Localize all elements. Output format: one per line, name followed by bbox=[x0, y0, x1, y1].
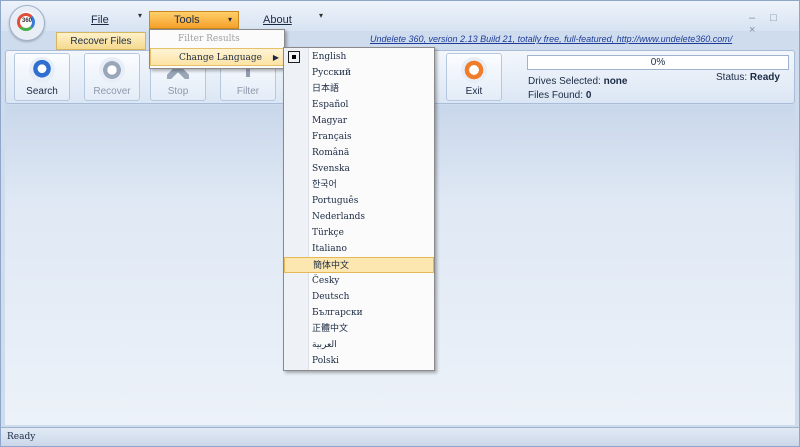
language-label: Español bbox=[312, 100, 349, 110]
language-label: Português bbox=[312, 196, 359, 206]
app-window: File ▾ Tools ▾ About ▾ – □ × 360 Recover… bbox=[0, 0, 800, 447]
language-label: Česky bbox=[312, 276, 340, 286]
exit-label: Exit bbox=[465, 86, 483, 97]
recover-label: Recover bbox=[93, 86, 131, 97]
files-value: 0 bbox=[585, 90, 592, 101]
exit-button[interactable]: Exit bbox=[446, 53, 502, 101]
drives-selected: Drives Selected: none bbox=[528, 76, 627, 87]
language-item[interactable]: Русский bbox=[284, 65, 434, 81]
menu-tools[interactable]: Tools ▾ bbox=[149, 11, 239, 29]
progress-text: 0% bbox=[650, 57, 666, 68]
language-item[interactable]: 正體中文 bbox=[284, 321, 434, 337]
language-item[interactable]: Български bbox=[284, 305, 434, 321]
stop-label: Stop bbox=[167, 86, 189, 97]
language-label: Nederlands bbox=[312, 212, 366, 222]
about-dropdown-icon[interactable]: ▾ bbox=[319, 11, 323, 20]
language-item[interactable]: Česky bbox=[284, 273, 434, 289]
language-label: Svenska bbox=[312, 164, 350, 174]
menu-tools-label: Tools bbox=[174, 14, 200, 26]
language-label: Română bbox=[312, 148, 350, 158]
logo-text: 360 bbox=[21, 18, 32, 24]
language-label: Français bbox=[312, 132, 352, 142]
language-item[interactable]: Português bbox=[284, 193, 434, 209]
language-label: English bbox=[312, 52, 347, 62]
selected-radio-icon bbox=[288, 51, 300, 63]
menu-file[interactable]: File bbox=[91, 11, 109, 29]
language-submenu: English Русский 日本語 Español Magyar Français Ro… bbox=[283, 47, 435, 371]
language-item[interactable]: English bbox=[284, 49, 434, 65]
recover-button[interactable]: Recover bbox=[84, 53, 140, 101]
menu-item-change-language[interactable]: Change Language ▶ bbox=[150, 48, 284, 66]
status-label: Status: bbox=[716, 72, 748, 83]
language-label: Български bbox=[312, 308, 363, 318]
drives-value: none bbox=[603, 76, 628, 87]
language-label: 日本語 bbox=[312, 84, 340, 94]
language-item[interactable]: Polski bbox=[284, 353, 434, 369]
menu-item-filter-results[interactable]: Filter Results bbox=[150, 30, 284, 48]
tools-dropdown-icon: ▾ bbox=[228, 15, 233, 24]
submenu-arrow-icon: ▶ bbox=[272, 53, 279, 62]
files-label: Files Found: bbox=[528, 90, 584, 101]
language-item[interactable]: Svenska bbox=[284, 161, 434, 177]
status-bar: Ready bbox=[1, 427, 799, 446]
language-item[interactable]: 한국어 bbox=[284, 177, 434, 193]
file-dropdown-icon[interactable]: ▾ bbox=[138, 11, 142, 20]
change-language-label: Change Language bbox=[179, 53, 262, 63]
language-item[interactable]: Română bbox=[284, 145, 434, 161]
language-label: Magyar bbox=[312, 116, 348, 126]
recover-icon bbox=[99, 57, 125, 83]
status-readout: Status: Ready bbox=[716, 72, 780, 83]
language-item[interactable]: Italiano bbox=[284, 241, 434, 257]
language-label: 한국어 bbox=[312, 180, 337, 190]
language-item[interactable]: Français bbox=[284, 129, 434, 145]
language-label: Italiano bbox=[312, 244, 347, 254]
filter-label: Filter bbox=[236, 86, 260, 97]
homepage-link[interactable]: Undelete 360, version 2.13 Build 21, tot… bbox=[370, 34, 732, 44]
exit-icon bbox=[461, 57, 487, 83]
language-label: العربية bbox=[312, 340, 337, 350]
language-list: English Русский 日本語 Español Magyar Français Ro… bbox=[284, 49, 434, 369]
language-label: 正體中文 bbox=[312, 324, 349, 334]
search-icon bbox=[29, 57, 55, 83]
language-item[interactable]: Türkçe bbox=[284, 225, 434, 241]
search-label: Search bbox=[26, 86, 58, 97]
window-controls[interactable]: – □ × bbox=[749, 12, 799, 36]
title-bar: File ▾ Tools ▾ About ▾ – □ × bbox=[1, 1, 799, 36]
app-logo-button[interactable]: 360 bbox=[9, 5, 45, 41]
tab-recover-files[interactable]: Recover Files bbox=[56, 32, 146, 50]
language-item[interactable]: Español bbox=[284, 97, 434, 113]
language-item[interactable]: Magyar bbox=[284, 113, 434, 129]
progress-bar: 0% bbox=[527, 55, 789, 70]
files-found: Files Found: 0 bbox=[528, 90, 591, 101]
drives-label: Drives Selected: bbox=[528, 76, 601, 87]
language-label: 簡体中文 bbox=[313, 261, 350, 271]
menu-about[interactable]: About bbox=[263, 11, 292, 29]
language-item[interactable]: Deutsch bbox=[284, 289, 434, 305]
language-label: Deutsch bbox=[312, 292, 350, 302]
language-item[interactable]: 日本語 bbox=[284, 81, 434, 97]
language-label: Polski bbox=[312, 356, 339, 366]
search-button[interactable]: Search bbox=[14, 53, 70, 101]
tools-menu: Filter Results Change Language ▶ bbox=[149, 29, 285, 69]
status-value: Ready bbox=[749, 72, 780, 83]
language-label: Türkçe bbox=[312, 228, 344, 238]
language-item[interactable]: العربية bbox=[284, 337, 434, 353]
language-item[interactable]: Nederlands bbox=[284, 209, 434, 225]
language-label: Русский bbox=[312, 68, 352, 78]
language-item[interactable]: 簡体中文 bbox=[284, 257, 434, 273]
